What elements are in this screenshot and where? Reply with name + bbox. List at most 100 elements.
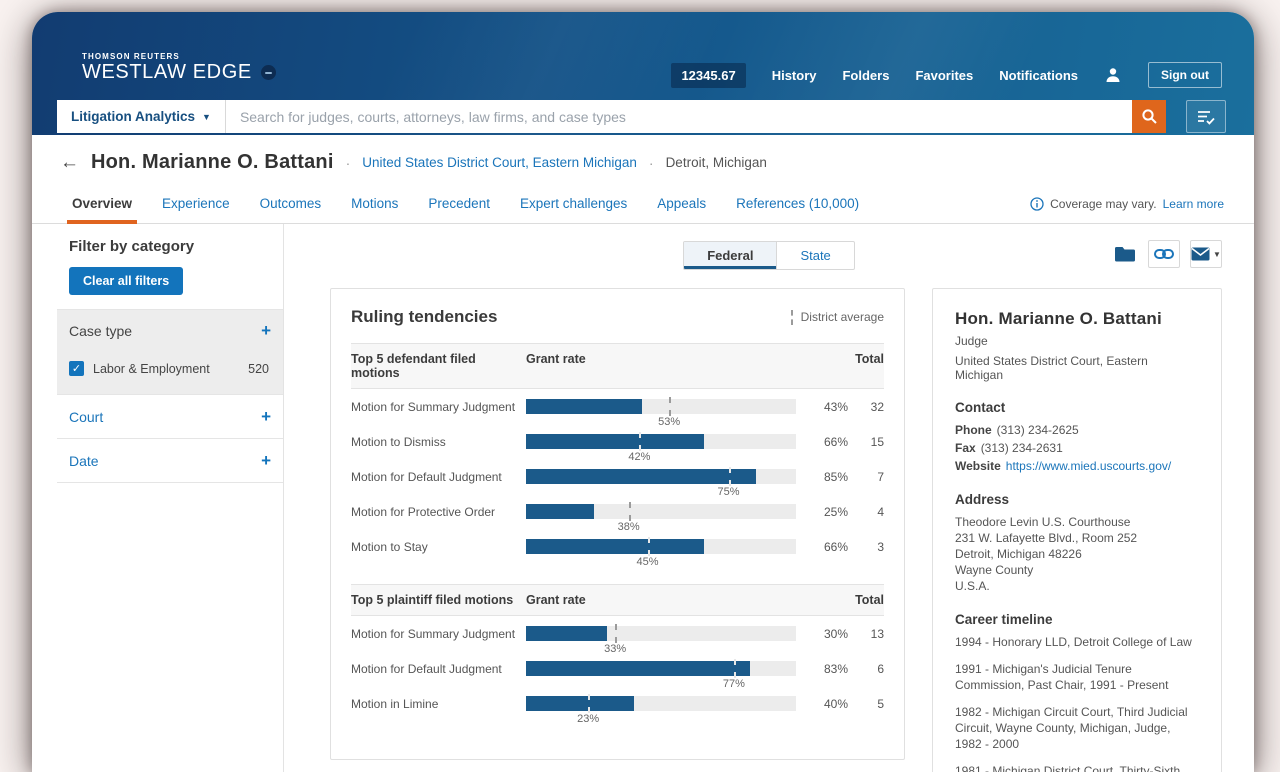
state-toggle-button[interactable]: State — [776, 242, 853, 269]
district-average-marker — [588, 694, 590, 713]
district-average-value: 77% — [723, 678, 745, 690]
tab-appeals[interactable]: Appeals — [642, 184, 721, 223]
grant-rate-bar: 77% — [526, 659, 796, 694]
search-scope-dropdown[interactable]: Litigation Analytics ▼ — [57, 100, 226, 133]
website-row: Websitehttps://www.mied.uscourts.gov/ — [955, 458, 1199, 474]
federal-toggle-button[interactable]: Federal — [684, 242, 776, 269]
tab-bar: Overview Experience Outcomes Motions Pre… — [32, 184, 1254, 224]
nav-notifications[interactable]: Notifications — [999, 68, 1078, 83]
coverage-note: Coverage may vary. Learn more — [1030, 197, 1224, 211]
motion-label: Motion for Default Judgment — [351, 467, 526, 502]
grant-rate-value: 43% — [796, 397, 848, 432]
email-button[interactable]: ▼ — [1190, 240, 1222, 268]
tab-expert-challenges[interactable]: Expert challenges — [505, 184, 642, 223]
tab-outcomes[interactable]: Outcomes — [245, 184, 337, 223]
website-link[interactable]: https://www.mied.uscourts.gov/ — [1006, 459, 1171, 473]
filter-section-date[interactable]: Date + — [57, 439, 283, 482]
ruling-tendencies-title: Ruling tendencies — [351, 307, 497, 327]
top-nav: 12345.67 History Folders Favorites Notif… — [671, 62, 1222, 88]
labor-employment-checkbox[interactable]: ✓ — [69, 361, 84, 376]
column-header: Top 5 defendant filed motions — [351, 352, 526, 380]
app-window: THOMSON REUTERS WESTLAW EDGE 12345.67 Hi… — [32, 12, 1254, 772]
info-icon[interactable] — [1030, 197, 1044, 211]
motion-row: Motion for Summary Judgment 33% 30% 13 — [351, 624, 884, 659]
search-input[interactable] — [226, 100, 1132, 133]
tab-motions[interactable]: Motions — [336, 184, 413, 223]
tab-overview[interactable]: Overview — [57, 184, 147, 223]
user-account-icon[interactable] — [1104, 66, 1122, 84]
legend-label: District average — [801, 310, 884, 324]
link-icon — [1154, 248, 1174, 260]
expand-plus-icon[interactable]: + — [261, 408, 271, 425]
career-entry: 1982 - Michigan Circuit Court, Third Jud… — [955, 704, 1199, 752]
grant-rate-value: 66% — [796, 537, 848, 572]
fax-value: (313) 234-2631 — [981, 441, 1063, 455]
nav-favorites[interactable]: Favorites — [915, 68, 973, 83]
expand-plus-icon[interactable]: + — [261, 452, 271, 469]
grant-rate-bar: 33% — [526, 624, 796, 659]
learn-more-link[interactable]: Learn more — [1163, 197, 1224, 211]
brand-info-badge-icon[interactable] — [261, 65, 276, 80]
profile-court: United States District Court, Eastern Mi… — [955, 354, 1199, 382]
motion-total: 32 — [848, 397, 884, 432]
case-type-label: Case type — [69, 323, 132, 339]
client-id[interactable]: 12345.67 — [671, 63, 745, 88]
search-button[interactable] — [1132, 100, 1166, 133]
folder-button[interactable] — [1112, 240, 1138, 268]
fax-label: Fax — [955, 441, 976, 455]
grant-rate-bar: 53% — [526, 397, 796, 432]
district-average-marker — [729, 467, 731, 486]
fax-row: Fax (313) 234-2631 — [955, 440, 1199, 456]
nav-history[interactable]: History — [772, 68, 817, 83]
motion-total: 15 — [848, 432, 884, 467]
app-header: THOMSON REUTERS WESTLAW EDGE 12345.67 Hi… — [32, 12, 1254, 135]
motion-row: Motion for Default Judgment 75% 85% 7 — [351, 467, 884, 502]
grant-rate-value: 66% — [796, 432, 848, 467]
motion-total: 13 — [848, 624, 884, 659]
district-average-value: 75% — [717, 486, 739, 498]
search-icon — [1141, 108, 1158, 125]
motion-total: 5 — [848, 694, 884, 729]
district-average-value: 33% — [604, 643, 626, 655]
motion-label: Motion for Summary Judgment — [351, 624, 526, 659]
court-link[interactable]: United States District Court, Eastern Mi… — [362, 155, 637, 170]
district-average-marker — [639, 432, 641, 451]
filter-option-label: Labor & Employment — [93, 362, 239, 376]
district-average-legend: District average — [791, 310, 884, 325]
expand-plus-icon[interactable]: + — [261, 322, 271, 339]
back-arrow-icon[interactable]: ← — [60, 153, 79, 172]
case-type-header[interactable]: Case type + — [69, 322, 271, 339]
tab-references[interactable]: References (10,000) — [721, 184, 874, 223]
brand-thomson-reuters: THOMSON REUTERS — [82, 52, 276, 61]
motion-label: Motion in Limine — [351, 694, 526, 729]
filter-section-court[interactable]: Court + — [57, 395, 283, 438]
chevron-down-icon[interactable]: ▼ — [1213, 250, 1221, 259]
sign-out-button[interactable]: Sign out — [1148, 62, 1222, 88]
separator-dot: · — [346, 155, 351, 171]
motion-total: 6 — [848, 659, 884, 694]
nav-folders[interactable]: Folders — [842, 68, 889, 83]
motion-row: Motion for Summary Judgment 53% 43% 32 — [351, 397, 884, 432]
grant-rate-value: 25% — [796, 502, 848, 537]
tab-experience[interactable]: Experience — [147, 184, 245, 223]
page-title: Hon. Marianne O. Battani — [91, 151, 334, 174]
motion-row: Motion in Limine 23% 40% 5 — [351, 694, 884, 729]
search-scope-label: Litigation Analytics — [71, 109, 195, 124]
ruling-tendencies-card: Ruling tendencies District average Top 5… — [330, 288, 905, 760]
tab-precedent[interactable]: Precedent — [413, 184, 505, 223]
link-button[interactable] — [1148, 240, 1180, 268]
folder-icon — [1114, 245, 1136, 263]
district-average-marker — [648, 537, 650, 556]
column-header: Grant rate — [526, 352, 796, 380]
career-entry: 1981 - Michigan District Court, Thirty-S… — [955, 763, 1199, 772]
motion-label: Motion to Stay — [351, 537, 526, 572]
contact-heading: Contact — [955, 400, 1199, 415]
motion-total: 7 — [848, 467, 884, 502]
research-list-button[interactable] — [1186, 100, 1226, 133]
filter-title: Filter by category — [57, 236, 283, 267]
district-average-marker — [615, 624, 617, 643]
clear-all-filters-button[interactable]: Clear all filters — [69, 267, 183, 295]
filter-option-count: 520 — [248, 362, 271, 376]
motion-total: 3 — [848, 537, 884, 572]
brand-logo: THOMSON REUTERS WESTLAW EDGE — [82, 52, 276, 84]
